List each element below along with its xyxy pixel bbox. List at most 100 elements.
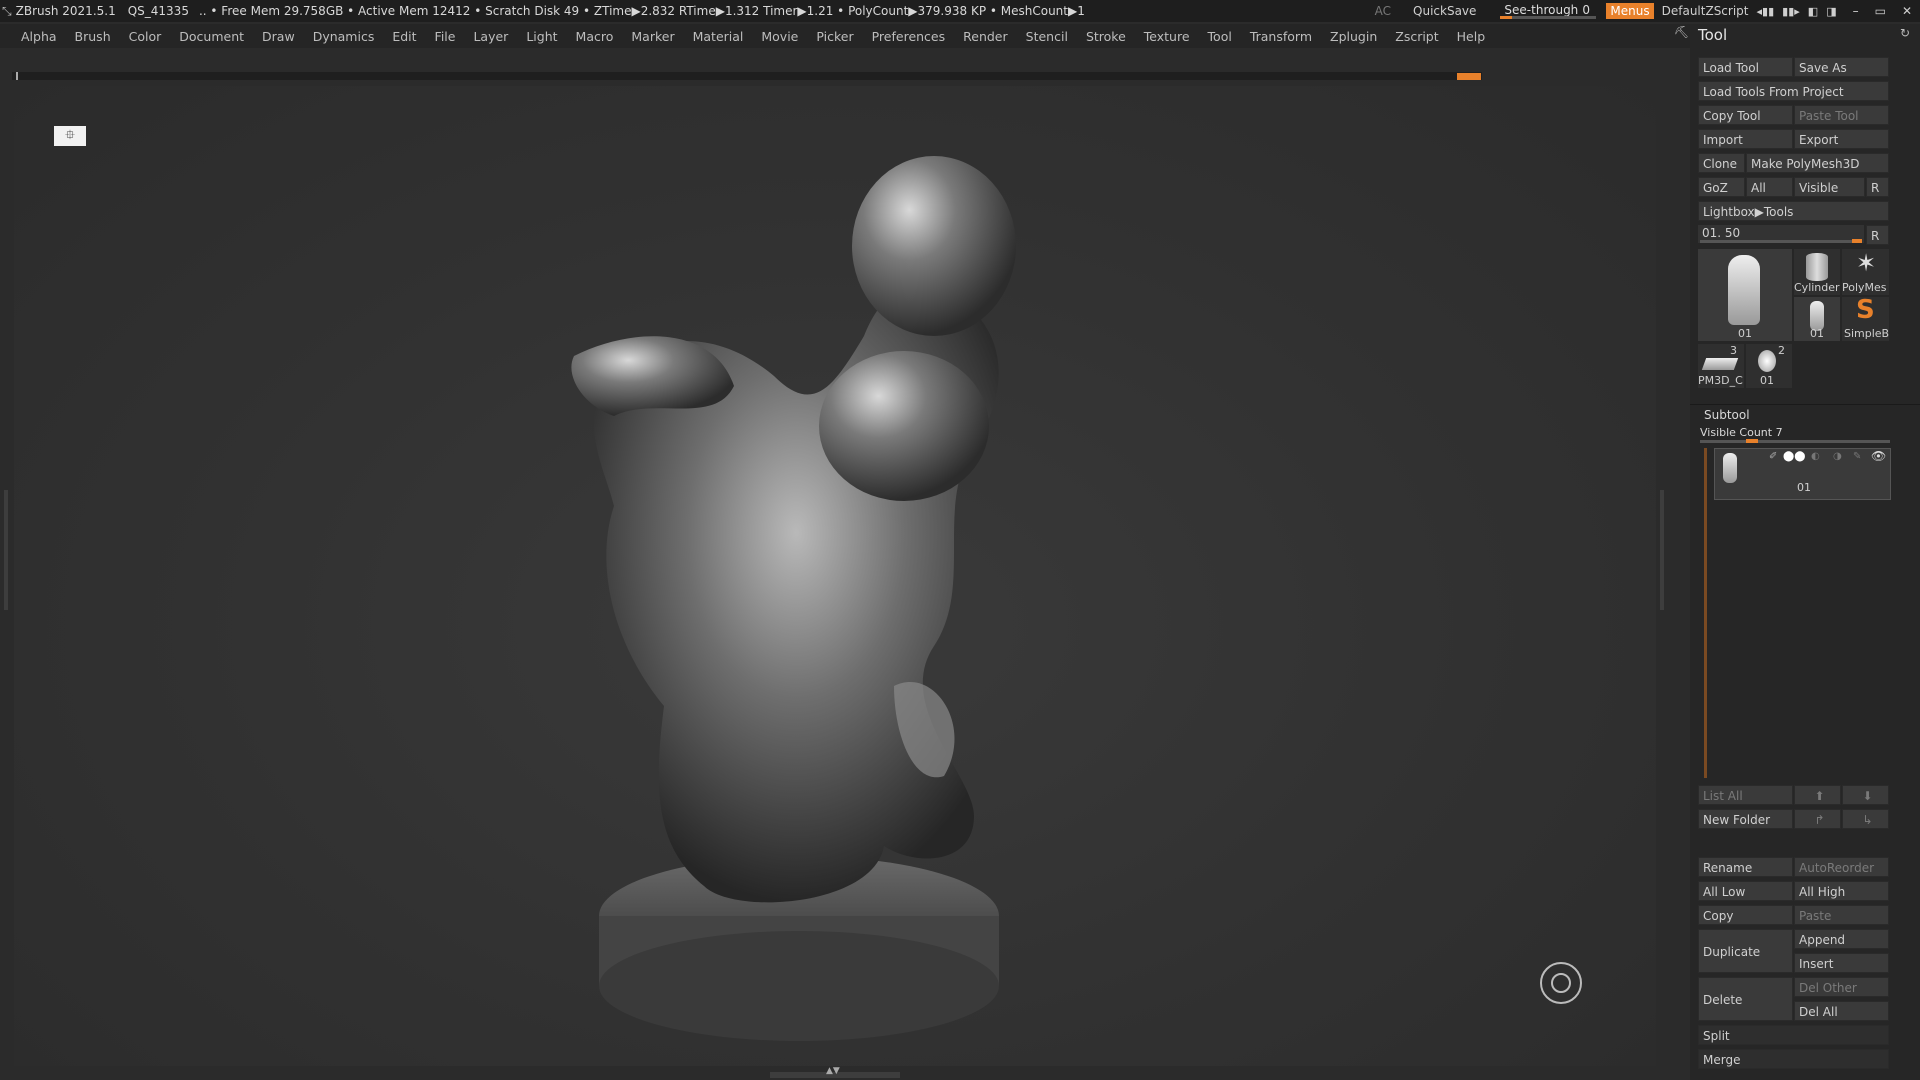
new-folder-button[interactable]: New Folder (1698, 809, 1793, 829)
menu-zplugin[interactable]: Zplugin (1321, 29, 1386, 44)
menu-texture[interactable]: Texture (1135, 29, 1199, 44)
goz-visible-button[interactable]: Visible (1794, 177, 1865, 197)
head-count: 2 (1778, 344, 1785, 357)
sculpture-model[interactable] (14, 86, 1656, 1066)
menu-help[interactable]: Help (1448, 29, 1495, 44)
maximize-icon[interactable]: ▭ (1875, 4, 1886, 18)
save-as-button[interactable]: Save As (1794, 57, 1889, 77)
delete-button[interactable]: Delete (1698, 977, 1793, 1021)
head-thumbnail[interactable]: 2 01 (1746, 344, 1792, 388)
subtool-toggle-icon[interactable]: ⬤⬤ (1783, 451, 1805, 462)
palette-reset-icon[interactable]: ↻ (1900, 26, 1910, 40)
rename-button[interactable]: Rename (1698, 857, 1793, 877)
list-all-button[interactable]: List All (1698, 785, 1793, 805)
export-button[interactable]: Export (1794, 129, 1889, 149)
menu-alpha[interactable]: Alpha (12, 29, 66, 44)
paste-button[interactable]: Paste (1794, 905, 1889, 925)
subtool-scrollbar[interactable] (1704, 448, 1707, 778)
default-zscript-button[interactable]: DefaultZScript (1662, 4, 1749, 18)
paste-tool-button[interactable]: Paste Tool (1794, 105, 1889, 125)
see-through-slider[interactable]: See-through 0 (1498, 2, 1598, 20)
copy-tool-button[interactable]: Copy Tool (1698, 105, 1793, 125)
menu-brush[interactable]: Brush (66, 29, 120, 44)
pm3d-thumbnail[interactable]: 3 PM3D_C (1698, 344, 1744, 388)
subtool-item[interactable]: ✐ ⬤⬤ ◐ ◑ ✎ 👁 01 (1714, 448, 1891, 500)
menu-edit[interactable]: Edit (383, 29, 425, 44)
polymesh-thumbnail[interactable]: ✶ PolyMes (1842, 249, 1889, 295)
menu-macro[interactable]: Macro (567, 29, 623, 44)
menu-movie[interactable]: Movie (752, 29, 807, 44)
subtool-eye-icon[interactable]: 👁 (1871, 449, 1886, 463)
folder-out-button[interactable]: ↳ (1842, 809, 1889, 829)
visible-count-slider[interactable] (1700, 439, 1890, 443)
layout-right-icon[interactable]: ▮▮▸ (1782, 5, 1800, 18)
copy-button[interactable]: Copy (1698, 905, 1793, 925)
load-tools-from-project-button[interactable]: Load Tools From Project (1698, 81, 1889, 101)
menus-toggle[interactable]: Menus (1606, 3, 1654, 19)
subtool-title[interactable]: Subtool (1704, 408, 1750, 422)
subtool-pen-icon[interactable]: ✎ (1853, 451, 1861, 462)
timeline-marker[interactable] (1457, 73, 1481, 80)
see-through-label: See-through (1504, 3, 1579, 17)
menu-layer[interactable]: Layer (464, 29, 517, 44)
small-tool-thumbnail[interactable]: 01 (1794, 297, 1840, 341)
make-polymesh3d-button[interactable]: Make PolyMesh3D (1746, 153, 1889, 173)
left-tray-handle[interactable] (4, 490, 8, 610)
menu-dynamics[interactable]: Dynamics (304, 29, 384, 44)
menu-transform[interactable]: Transform (1241, 29, 1321, 44)
lightbox-tools-button[interactable]: Lightbox▶Tools (1698, 201, 1889, 221)
timeline-bar[interactable] (12, 72, 1482, 80)
menu-marker[interactable]: Marker (622, 29, 683, 44)
folder-share-button[interactable]: ↱ (1794, 809, 1841, 829)
menu-file[interactable]: File (426, 29, 465, 44)
close-icon[interactable]: ✕ (1902, 4, 1912, 18)
del-all-button[interactable]: Del All (1794, 1001, 1889, 1021)
subtool-brush-icon[interactable]: ✐ (1769, 451, 1777, 462)
load-tool-button[interactable]: Load Tool (1698, 57, 1793, 77)
quicksave-button[interactable]: QuickSave (1413, 4, 1476, 18)
ui-layout2-icon[interactable]: ◨ (1826, 5, 1836, 18)
split-button[interactable]: Split (1698, 1025, 1889, 1045)
auto-reorder-button[interactable]: AutoReorder (1794, 857, 1889, 877)
document-canvas[interactable]: ⯐ (14, 86, 1656, 1066)
move-up-button[interactable]: ⬆ (1794, 785, 1841, 805)
menu-color[interactable]: Color (120, 29, 171, 44)
minimize-icon[interactable]: – (1853, 4, 1859, 18)
menu-light[interactable]: Light (517, 29, 566, 44)
append-button[interactable]: Append (1794, 929, 1889, 949)
del-other-button[interactable]: Del Other (1794, 977, 1889, 997)
menu-picker[interactable]: Picker (807, 29, 862, 44)
menu-document[interactable]: Document (170, 29, 253, 44)
navigation-gizmo-icon[interactable] (1540, 962, 1582, 1004)
menu-material[interactable]: Material (684, 29, 753, 44)
goz-button[interactable]: GoZ (1698, 177, 1745, 197)
menu-draw[interactable]: Draw (253, 29, 304, 44)
goz-all-button[interactable]: All (1746, 177, 1793, 197)
menu-zscript[interactable]: Zscript (1386, 29, 1447, 44)
tool-slider[interactable]: 01. 50 (1698, 225, 1864, 243)
insert-button[interactable]: Insert (1794, 953, 1889, 973)
menu-preferences[interactable]: Preferences (863, 29, 955, 44)
duplicate-button[interactable]: Duplicate (1698, 929, 1793, 973)
all-low-button[interactable]: All Low (1698, 881, 1793, 901)
tool-slider-r-button[interactable]: R (1866, 225, 1889, 245)
subtool-mode-icon[interactable]: ◑ (1833, 451, 1842, 462)
clone-button[interactable]: Clone (1698, 153, 1745, 173)
subtool-blend-icon[interactable]: ◐ (1811, 451, 1820, 462)
goz-r-button[interactable]: R (1866, 177, 1889, 197)
import-button[interactable]: Import (1698, 129, 1793, 149)
ui-layout-icon[interactable]: ◧ (1808, 5, 1818, 18)
all-high-button[interactable]: All High (1794, 881, 1889, 901)
right-tray-handle[interactable] (1660, 490, 1664, 610)
move-down-button[interactable]: ⬇ (1842, 785, 1889, 805)
menu-stencil[interactable]: Stencil (1017, 29, 1077, 44)
current-tool-thumbnail[interactable]: 01 (1698, 249, 1792, 341)
merge-button[interactable]: Merge (1698, 1049, 1889, 1069)
layout-left-icon[interactable]: ◂▮▮ (1757, 5, 1775, 18)
menu-render[interactable]: Render (954, 29, 1017, 44)
simplebrush-thumbnail[interactable]: S SimpleB (1842, 295, 1889, 341)
menu-tool[interactable]: Tool (1199, 29, 1241, 44)
bottom-tray-handle[interactable]: ▲▼ (770, 1066, 900, 1078)
cylinder-thumbnail[interactable]: Cylinder (1794, 249, 1840, 295)
menu-stroke[interactable]: Stroke (1077, 29, 1135, 44)
